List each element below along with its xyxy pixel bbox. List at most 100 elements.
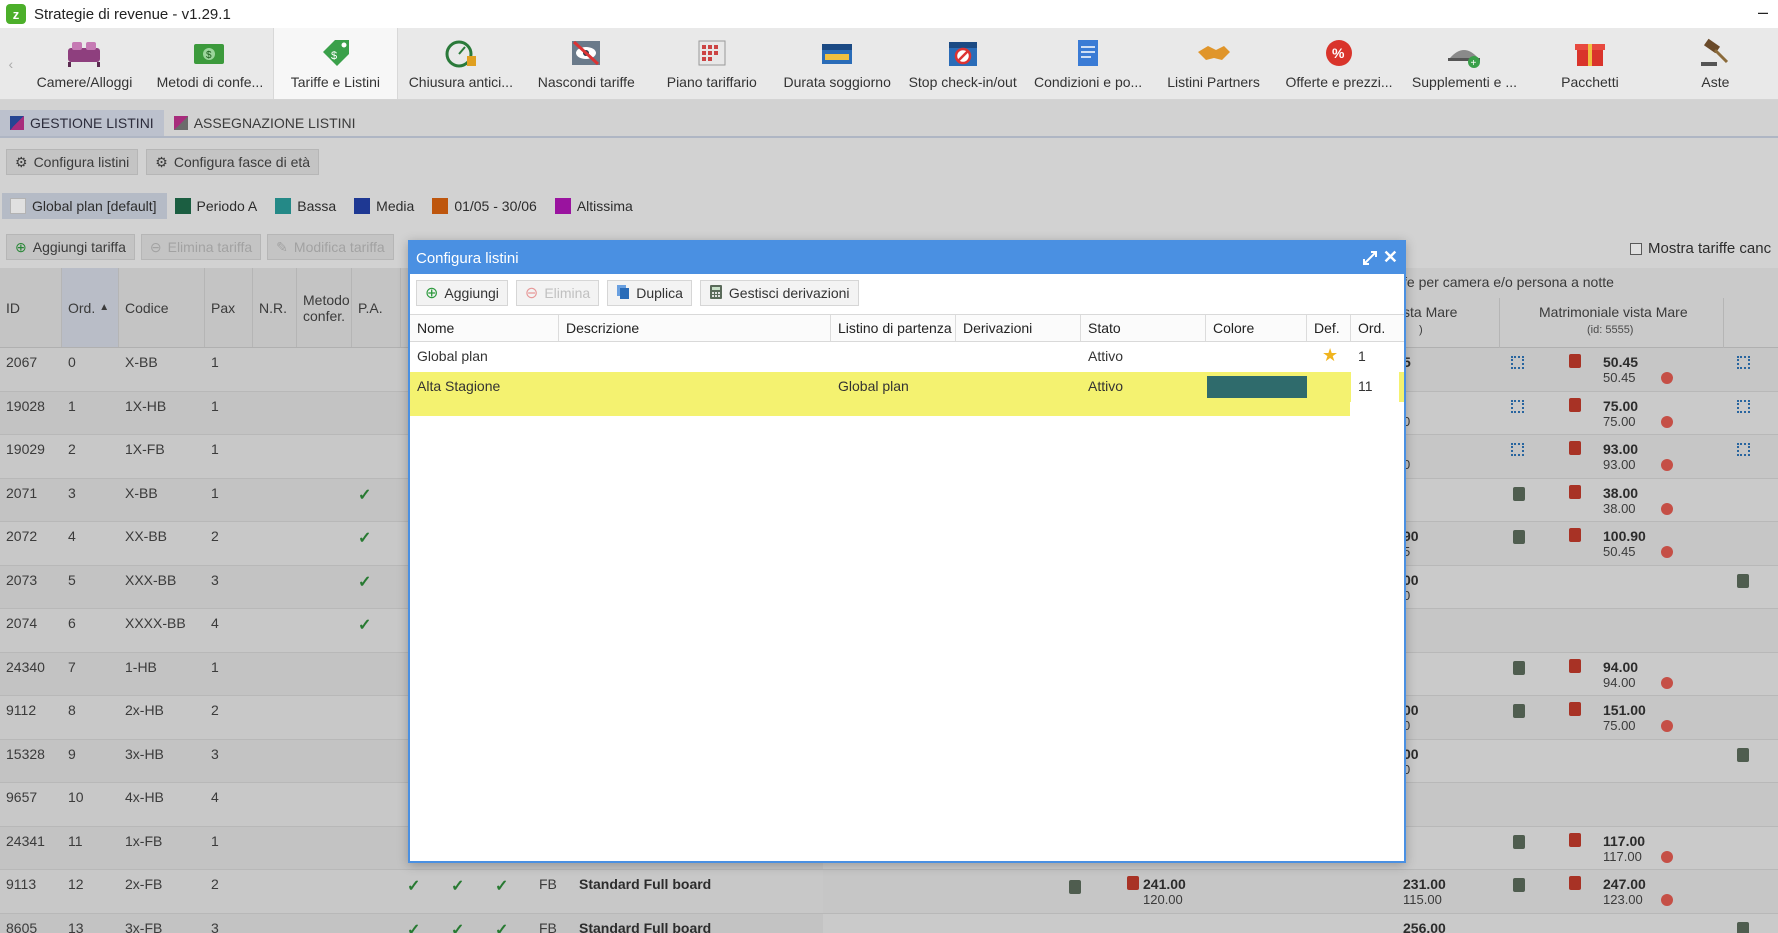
list-derivations	[956, 372, 1081, 402]
svg-text:$: $	[331, 50, 337, 62]
minimize-button[interactable]: –	[1758, 2, 1768, 23]
calculator-icon	[709, 284, 723, 303]
ribbon-item-offers[interactable]: % Offerte e prezzi...	[1276, 28, 1401, 99]
delete-list-button[interactable]: ⊖ Elimina	[515, 280, 600, 306]
col-description[interactable]: Descrizione	[559, 315, 831, 341]
ribbon-scroll-left-icon[interactable]: ‹	[0, 28, 22, 99]
list-order: 11	[1351, 372, 1399, 402]
ribbon-item-partner-lists[interactable]: Listini Partners	[1151, 28, 1276, 99]
list-status: Attivo	[1088, 348, 1124, 364]
gavel-icon	[1695, 34, 1735, 72]
list-status: Attivo	[1088, 378, 1124, 394]
list-order: 1	[1358, 348, 1366, 364]
selection-highlight	[410, 402, 1350, 416]
dialog-toolbar: ⊕ Aggiungi ⊖ Elimina Duplica Gestisci deri…	[410, 274, 1404, 312]
ribbon-label: Pacchetti	[1561, 74, 1619, 90]
duplicate-list-button[interactable]: Duplica	[607, 280, 692, 306]
document-icon	[1068, 34, 1108, 72]
button-label: Gestisci derivazioni	[728, 285, 850, 301]
ribbon-item-payment-methods[interactable]: $ Metodi di confe...	[147, 28, 272, 99]
col-name[interactable]: Nome	[410, 315, 559, 341]
calendar-stop-icon	[943, 34, 983, 72]
hide-eye-icon	[566, 34, 606, 72]
list-default: ★	[1307, 342, 1351, 372]
app-logo-icon: z	[6, 4, 26, 24]
list-parent	[831, 342, 956, 372]
col-derivations[interactable]: Derivazioni	[956, 315, 1081, 341]
star-icon: ★	[1322, 345, 1339, 365]
ribbon-item-auctions[interactable]: Aste	[1653, 28, 1778, 99]
ribbon-item-packages[interactable]: Pacchetti	[1527, 28, 1652, 99]
title-bar: z Strategie di revenue - v1.29.1 –	[0, 0, 1778, 28]
stopwatch-icon	[441, 34, 481, 72]
col-order[interactable]: Ord.	[1351, 315, 1399, 341]
add-list-button[interactable]: ⊕ Aggiungi	[416, 280, 508, 306]
ribbon-label: Camere/Alloggi	[36, 74, 133, 90]
bed-icon	[64, 34, 104, 72]
dialog-title-bar: Configura listini ✕	[410, 242, 1404, 274]
ribbon-item-rate-plan[interactable]: Piano tariffario	[649, 28, 774, 99]
gift-icon	[1570, 34, 1610, 72]
list-color	[1206, 342, 1307, 372]
button-label: Aggiungi	[444, 285, 499, 301]
svg-text:%: %	[1332, 45, 1345, 61]
ribbon-item-rooms[interactable]: Camere/Alloggi	[22, 28, 147, 99]
money-icon: $	[190, 34, 230, 72]
list-description	[559, 342, 831, 372]
lists-grid-header: Nome Descrizione Listino di partenza Der…	[410, 314, 1404, 342]
calendar-grid-icon	[692, 34, 732, 72]
plus-circle-icon: ⊕	[425, 285, 439, 302]
ribbon-label: Condizioni e po...	[1034, 74, 1143, 90]
ribbon-toolbar: ‹ Camere/Alloggi $ Metodi di confe... $ …	[0, 28, 1778, 100]
list-name: Alta Stagione	[417, 378, 501, 394]
expand-icon[interactable]	[1362, 250, 1378, 266]
ribbon-label: Chiusura antici...	[408, 74, 513, 90]
ribbon-label: Durata soggiorno	[783, 74, 891, 90]
list-color	[1206, 372, 1307, 402]
ribbon-item-supplements[interactable]: + Supplementi e ...	[1402, 28, 1527, 99]
price-tag-icon: $	[315, 34, 355, 72]
ruler-calendar-icon	[817, 34, 857, 72]
col-status[interactable]: Stato	[1081, 315, 1206, 341]
col-parent-list[interactable]: Listino di partenza	[831, 315, 956, 341]
ribbon-item-early-closing[interactable]: Chiusura antici...	[398, 28, 523, 99]
ribbon-label: Offerte e prezzi...	[1285, 74, 1393, 90]
ribbon-item-rates[interactable]: $ Tariffe e Listini	[272, 28, 399, 99]
button-label: Duplica	[636, 285, 683, 301]
ribbon-label: Supplementi e ...	[1411, 74, 1517, 90]
list-derivations	[956, 342, 1081, 372]
ribbon-item-conditions[interactable]: Condizioni e po...	[1025, 28, 1150, 99]
ribbon-label: Nascondi tariffe	[537, 74, 635, 90]
ribbon-item-stop-checkin[interactable]: Stop check-in/out	[900, 28, 1025, 99]
list-name: Global plan	[417, 348, 488, 364]
svg-text:$: $	[206, 50, 212, 61]
manage-derivations-button[interactable]: Gestisci derivazioni	[699, 280, 859, 306]
close-icon[interactable]: ✕	[1383, 247, 1398, 268]
list-row[interactable]: Global plan Attivo ★ 1	[410, 342, 1404, 372]
copy-icon	[616, 284, 630, 303]
ribbon-label: Metodi di confe...	[156, 74, 264, 90]
list-parent: Global plan	[838, 378, 909, 394]
ribbon-label: Tariffe e Listini	[290, 74, 380, 90]
col-default[interactable]: Def.	[1307, 315, 1351, 341]
list-color-swatch	[1207, 376, 1307, 398]
button-label: Elimina	[544, 285, 591, 301]
ribbon-label: Listini Partners	[1167, 74, 1260, 90]
percent-badge-icon: %	[1319, 34, 1359, 72]
handshake-icon	[1194, 34, 1234, 72]
service-plus-icon: +	[1444, 34, 1484, 72]
list-description	[559, 372, 831, 402]
minus-circle-icon: ⊖	[524, 285, 539, 302]
ribbon-item-stay-length[interactable]: Durata soggiorno	[774, 28, 899, 99]
ribbon-label: Piano tariffario	[666, 74, 757, 90]
configure-lists-dialog: Configura listini ✕ ⊕ Aggiungi ⊖ Elimina D…	[408, 240, 1406, 863]
svg-text:+: +	[1471, 58, 1477, 68]
ribbon-label: Aste	[1701, 74, 1730, 90]
dialog-title: Configura listini	[416, 249, 519, 267]
ribbon-item-hide-rates[interactable]: Nascondi tariffe	[524, 28, 649, 99]
lists-grid: Nome Descrizione Listino di partenza Der…	[410, 314, 1404, 416]
list-default	[1307, 372, 1351, 402]
list-row-selected[interactable]: Alta Stagione Global plan Attivo 11	[410, 372, 1404, 402]
window-title: Strategie di revenue - v1.29.1	[34, 5, 231, 23]
col-color[interactable]: Colore	[1206, 315, 1307, 341]
